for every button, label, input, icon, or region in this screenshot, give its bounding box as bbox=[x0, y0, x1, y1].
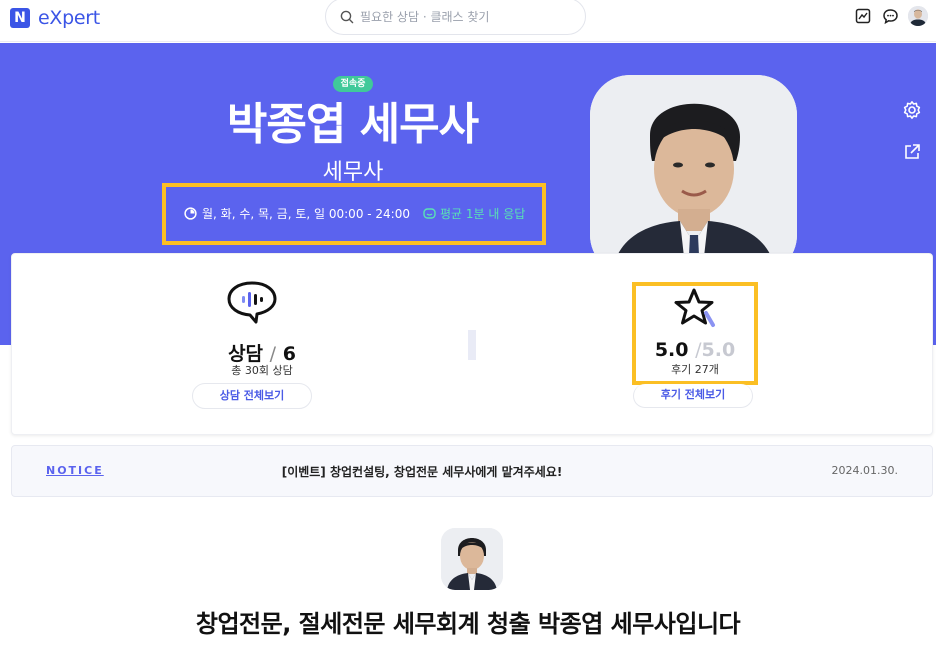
search-placeholder: 필요한 상담 · 클래스 찾기 bbox=[360, 10, 490, 24]
settings-gear-icon[interactable] bbox=[902, 100, 922, 124]
chart-board-icon[interactable] bbox=[854, 7, 872, 25]
stats-card: 상담 / 6 총 30회 상담 상담 전체보기 bbox=[11, 253, 933, 435]
response-time: 평균 1분 내 응답 bbox=[423, 205, 525, 222]
notice-date: 2024.01.30. bbox=[831, 464, 898, 477]
search-icon bbox=[340, 10, 354, 23]
chat-icon[interactable] bbox=[881, 7, 899, 25]
hero-side-actions bbox=[902, 100, 922, 166]
notice-title[interactable]: [이벤트] 창업컨설팅, 창업전문 세무사에게 맡겨주세요! bbox=[212, 463, 632, 480]
response-time-text: 평균 1분 내 응답 bbox=[440, 207, 526, 221]
expert-photo bbox=[590, 75, 797, 275]
consult-stats: 상담 / 6 총 30회 상담 상담 전체보기 bbox=[142, 254, 382, 434]
rating-value: 5.0 bbox=[654, 339, 689, 361]
expert-role: 세무사 bbox=[322, 160, 384, 185]
page: N eXpert 필요한 상담 · 클래스 찾기 접속중 박종엽 세무사 세무사… bbox=[0, 0, 936, 648]
availability-highlight: 월, 화, 수, 목, 금, 토, 일 00:00 - 24:00 평균 1분 … bbox=[162, 183, 546, 245]
review-count: 후기 27개 bbox=[671, 363, 719, 376]
logo-text: eXpert bbox=[38, 7, 100, 29]
star-icon bbox=[674, 288, 715, 327]
intro-avatar bbox=[441, 528, 503, 590]
notice-label: NOTICE bbox=[46, 464, 104, 477]
expert-name: 박종엽 세무사 bbox=[226, 99, 479, 150]
logo-mark: N bbox=[10, 8, 30, 28]
stats-divider bbox=[468, 330, 476, 360]
header-actions bbox=[854, 6, 928, 26]
available-hours: 월, 화, 수, 목, 금, 토, 일 00:00 - 24:00 bbox=[202, 207, 410, 221]
intro-title: 창업전문, 절세전문 세무회계 청출 박종엽 세무사입니다 bbox=[195, 610, 741, 638]
response-icon bbox=[423, 208, 436, 219]
notice-banner[interactable]: NOTICE [이벤트] 창업컨설팅, 창업전문 세무사에게 맡겨주세요! 20… bbox=[11, 445, 933, 497]
profile-avatar[interactable] bbox=[908, 6, 928, 26]
rating-score: 5.0 /5.0 bbox=[632, 339, 758, 361]
search-input[interactable]: 필요한 상담 · 클래스 찾기 bbox=[325, 0, 586, 35]
availability-info: 월, 화, 수, 목, 금, 토, 일 00:00 - 24:00 평균 1분 … bbox=[184, 205, 525, 222]
view-all-consults-button[interactable]: 상담 전체보기 bbox=[192, 383, 312, 409]
consult-total: 총 30회 상담 bbox=[231, 364, 293, 377]
consult-chat-icon bbox=[227, 281, 277, 324]
top-navigation: N eXpert 필요한 상담 · 클래스 찾기 bbox=[0, 0, 936, 42]
rating-max: 5.0 bbox=[701, 339, 736, 361]
view-all-reviews-button[interactable]: 후기 전체보기 bbox=[633, 384, 753, 408]
share-icon[interactable] bbox=[902, 142, 922, 166]
clock-icon bbox=[184, 207, 197, 220]
logo[interactable]: N eXpert bbox=[10, 7, 100, 29]
